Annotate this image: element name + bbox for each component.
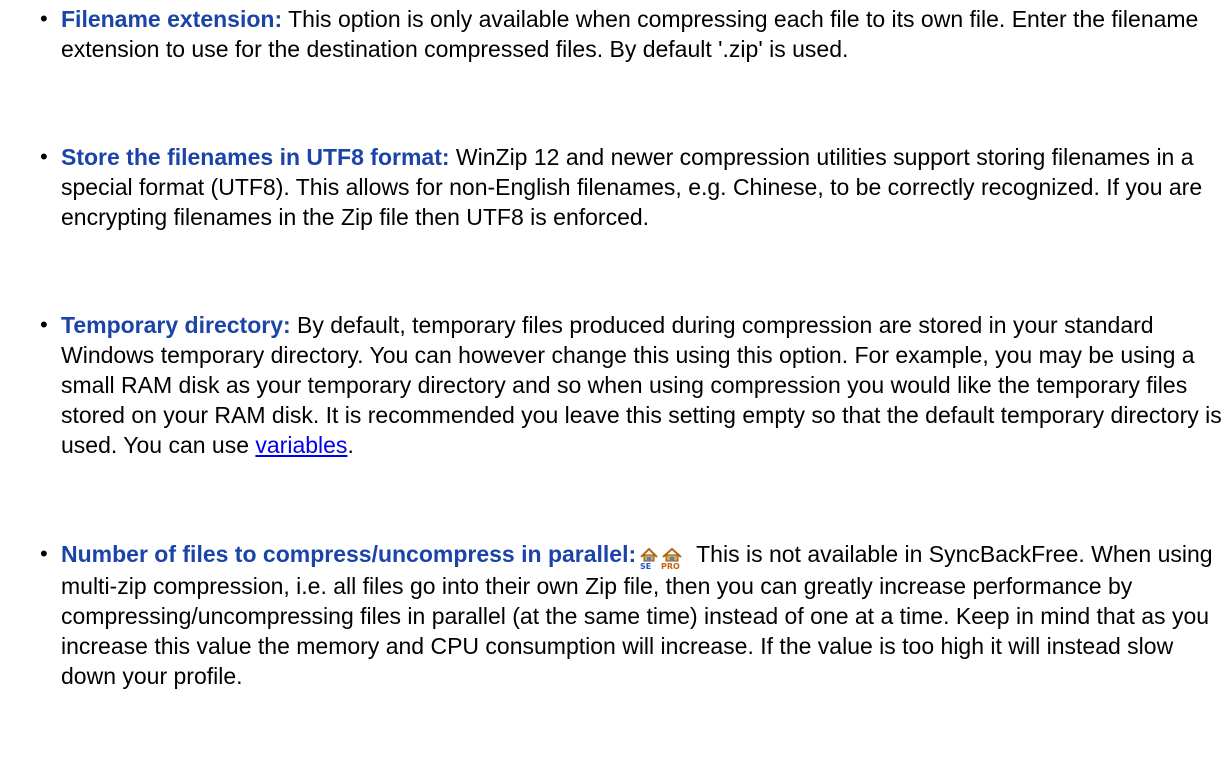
option-term: Store the filenames in UTF8 format: [61, 144, 450, 170]
option-term: Number of files to compress/uncompress i… [61, 541, 637, 567]
svg-text:PRO: PRO [661, 562, 680, 570]
option-term: Filename extension: [61, 6, 283, 32]
option-term: Temporary directory: [61, 312, 291, 338]
bullet: • [40, 541, 48, 566]
syncback-se-icon: SE [640, 547, 658, 570]
option-description: Filename extension: This option is only … [61, 4, 1222, 64]
option-text-end: . [347, 432, 354, 458]
edition-icons: SE PRO [638, 541, 684, 571]
svg-text:SE: SE [640, 562, 651, 570]
bullet: • [40, 312, 48, 337]
option-description: Temporary directory: By default, tempora… [61, 310, 1222, 460]
variables-link[interactable]: variables [255, 432, 347, 458]
help-page: • Filename extension: This option is onl… [0, 0, 1230, 759]
syncback-pro-icon: PRO [661, 547, 682, 570]
bullet: • [40, 144, 48, 169]
option-description: Store the filenames in UTF8 format: WinZ… [61, 142, 1222, 232]
bullet: • [40, 6, 48, 31]
option-description: Number of files to compress/uncompress i… [61, 539, 1222, 691]
